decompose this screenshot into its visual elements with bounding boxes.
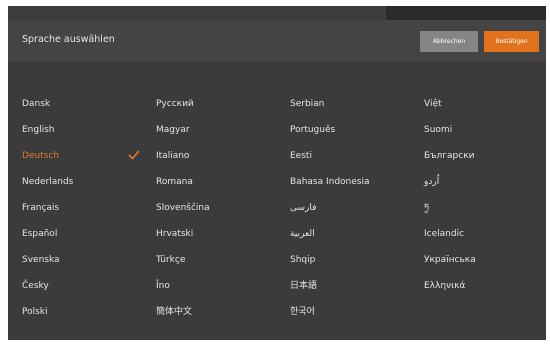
language-option-bahasa-indonesia[interactable]: Bahasa Indonesia <box>290 172 410 192</box>
checkmark-icon <box>128 150 140 160</box>
language-option-dansk[interactable]: Dansk <box>22 94 142 114</box>
confirm-button[interactable]: Bestätigen <box>484 31 539 52</box>
language-option-shqip[interactable]: Shqip <box>290 250 410 270</box>
language-option-francais[interactable]: Français <box>22 198 142 218</box>
language-option-deutsch[interactable]: Deutsch <box>22 146 142 166</box>
language-option-svenska[interactable]: Svenska <box>22 250 142 270</box>
language-option-icelandic[interactable]: Icelandic <box>424 224 544 244</box>
language-option-ino[interactable]: Ĩno <box>156 276 276 296</box>
language-option-slovenscina[interactable]: Slovenščina <box>156 198 276 218</box>
language-option-ukrainian[interactable]: Українська <box>424 250 544 270</box>
language-option-serbian[interactable]: Serbian <box>290 94 410 114</box>
language-option-tigrinya[interactable]: ཏྲ <box>424 198 544 218</box>
language-option-farsi[interactable]: فارسی <box>290 198 410 218</box>
language-option-japanese[interactable]: 日本語 <box>290 276 410 296</box>
top-bar-dark-segment <box>386 6 546 20</box>
language-option-nederlands[interactable]: Nederlands <box>22 172 142 192</box>
language-option-italiano[interactable]: Italiano <box>156 146 276 166</box>
language-option-eesti[interactable]: Eesti <box>290 146 410 166</box>
language-option-korean[interactable]: 한국어 <box>290 302 410 322</box>
cancel-button[interactable]: Abbrechen <box>420 31 478 52</box>
language-option-suomi[interactable]: Suomi <box>424 120 544 140</box>
language-option-viet[interactable]: Việt <box>424 94 544 114</box>
language-option-bulgarian[interactable]: Български <box>424 146 544 166</box>
language-option-cesky[interactable]: Česky <box>22 276 142 296</box>
language-option-hrvatski[interactable]: Hrvatski <box>156 224 276 244</box>
app-frame: Sprache auswählen Abbrechen Bestätigen D… <box>0 0 550 345</box>
language-dialog: Sprache auswählen Abbrechen Bestätigen D… <box>8 20 546 340</box>
dialog-header: Sprache auswählen Abbrechen Bestätigen <box>8 20 546 62</box>
language-option-russian[interactable]: Русский <box>156 94 276 114</box>
language-option-turkce[interactable]: Türkçe <box>156 250 276 270</box>
language-option-polski[interactable]: Polski <box>22 302 142 322</box>
language-option-portugues[interactable]: Português <box>290 120 410 140</box>
language-option-label: Deutsch <box>22 151 60 161</box>
top-bar <box>8 6 546 20</box>
language-option-english[interactable]: English <box>22 120 142 140</box>
language-option-espanol[interactable]: Español <box>22 224 142 244</box>
language-option-romana[interactable]: Romana <box>156 172 276 192</box>
language-option-greek[interactable]: Ελληνικά <box>424 276 544 296</box>
language-option-chinese[interactable]: 簡体中文 <box>156 302 276 322</box>
language-option-magyar[interactable]: Magyar <box>156 120 276 140</box>
language-option-urdu[interactable]: اُردو <box>424 172 544 192</box>
dialog-title: Sprache auswählen <box>22 34 115 45</box>
language-option-arabic[interactable]: العربية <box>290 224 410 244</box>
